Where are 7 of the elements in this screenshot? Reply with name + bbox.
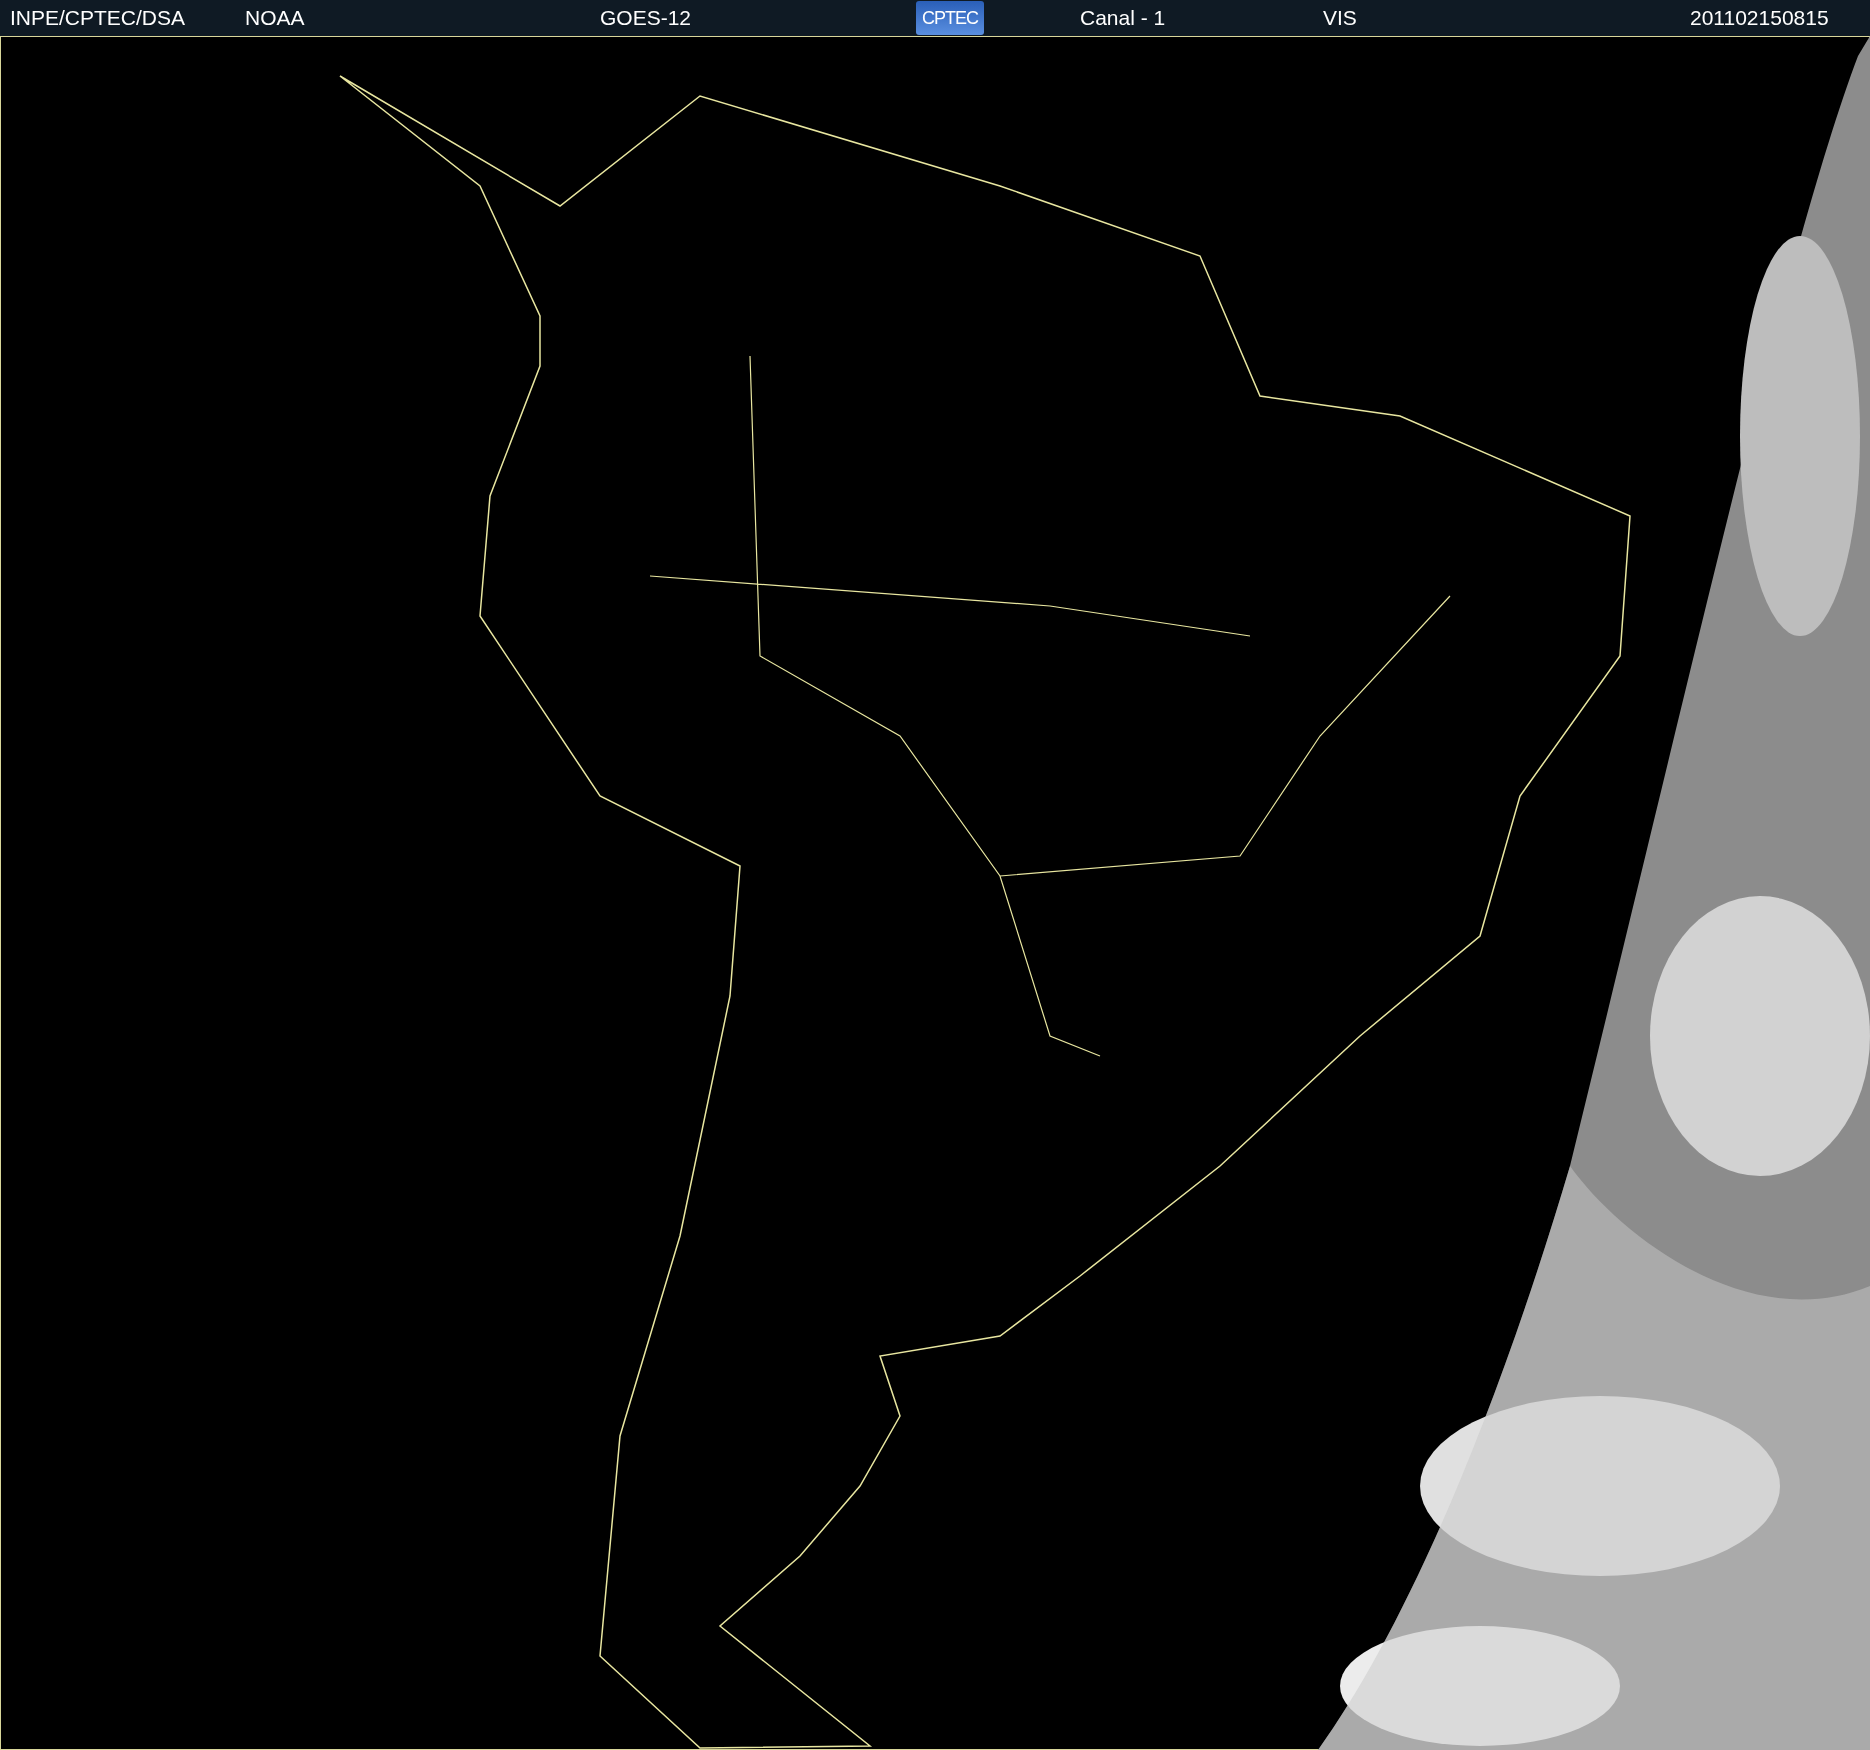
- header-label: Canal - 1: [1080, 6, 1166, 30]
- header-label: 201102150815: [1690, 6, 1829, 30]
- logo: CPTEC: [916, 1, 984, 35]
- header-label: GOES-12: [600, 6, 692, 30]
- header-label: INPE/CPTEC/DSA: [10, 6, 186, 30]
- header-label: VIS: [1323, 6, 1357, 30]
- header-label: NOAA: [245, 6, 305, 30]
